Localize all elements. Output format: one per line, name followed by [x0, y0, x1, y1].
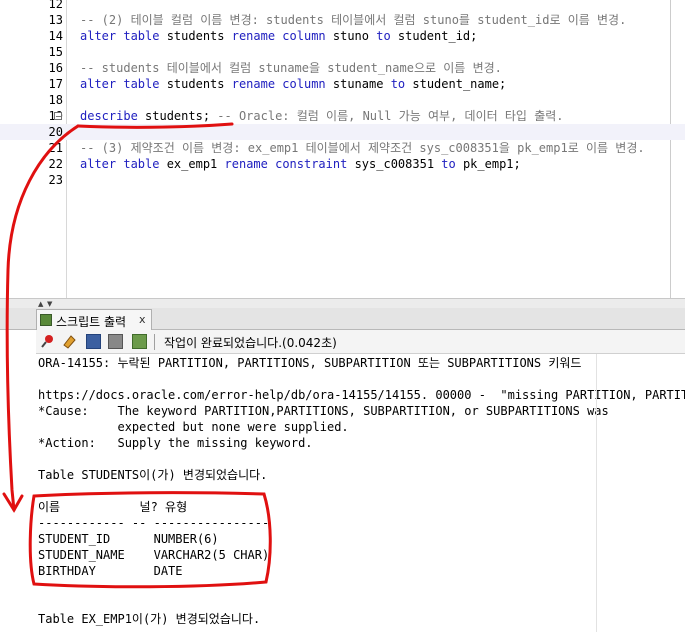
code-text: -- (2) 테이블 컬럼 이름 변경: students 테이블에서 컬럼 s… — [80, 12, 626, 28]
code-line[interactable]: 16 -- students 테이블에서 컬럼 stuname을 student_… — [0, 60, 685, 76]
output-right-guide — [596, 354, 597, 632]
output-line: STUDENT_NAME VARCHAR2(5 CHAR) — [38, 548, 270, 562]
code-line[interactable]: 12 — [0, 0, 685, 12]
output-toolbar: 작업이 완료되었습니다.(0.042초) — [36, 330, 685, 354]
code-line[interactable]: 20 — [0, 124, 685, 140]
code-line[interactable]: 23 — [0, 172, 685, 188]
code-line[interactable]: 22 alter table ex_emp1 rename constraint … — [0, 156, 685, 172]
code-text: -- students 테이블에서 컬럼 stuname을 student_na… — [80, 60, 502, 76]
sql-keyword: alter table — [80, 157, 160, 171]
line-number: 23 — [48, 173, 63, 187]
code-line[interactable]: 17 alter table students rename column stu… — [0, 76, 685, 92]
collapse-up-icon[interactable]: ▲ — [38, 300, 43, 308]
line-number: 22 — [48, 157, 63, 171]
code-text: -- (3) 제약조건 이름 변경: ex_emp1 테이블에서 제약조건 sy… — [80, 140, 645, 156]
sql-identifier: stuno — [325, 29, 377, 43]
toolbar-separator — [154, 334, 155, 350]
tab-label: 스크립트 출력 — [56, 315, 127, 329]
line-number: 14 — [48, 29, 63, 43]
code-line[interactable]: 18 — [0, 92, 685, 108]
sql-identifier: students — [159, 77, 232, 91]
sql-identifier: sys_c008351 — [347, 157, 442, 171]
line-number: 17 — [48, 77, 63, 91]
sql-keyword: alter table — [80, 29, 160, 43]
line-number: 20 — [48, 125, 63, 139]
code-text: describe students; -- Oracle: 컬럼 이름, Nul… — [80, 108, 564, 124]
output-tab-bar: 스크립트 출력 x — [0, 308, 685, 330]
export-icon[interactable] — [132, 334, 147, 349]
sql-identifier: students — [159, 29, 232, 43]
code-line[interactable]: 19−describe students; -- Oracle: 컬럼 이름, … — [0, 108, 685, 124]
sql-keyword: describe — [80, 109, 138, 123]
output-line: BIRTHDAY DATE — [38, 564, 183, 578]
pin-icon[interactable] — [40, 334, 55, 349]
sql-identifier: pk_emp1; — [455, 157, 521, 171]
sql-identifier: students; — [137, 109, 218, 123]
status-message: 작업이 완료되었습니다.(0.042초) — [164, 336, 337, 350]
output-line: 이름 널? 유형 — [38, 500, 188, 514]
panel-splitter[interactable]: ▲ ▼ — [0, 298, 685, 308]
output-line: https://docs.oracle.com/error-help/db/or… — [38, 388, 685, 402]
sql-comment: -- (3) 제약조건 이름 변경: ex_emp1 테이블에서 제약조건 sy… — [80, 141, 645, 155]
print-icon[interactable] — [108, 334, 123, 349]
code-text: alter table students rename column stuna… — [80, 76, 506, 92]
sql-editor[interactable]: 12 13 -- (2) 테이블 컬럼 이름 변경: students 테이블에서 … — [0, 0, 685, 298]
tab-script-output[interactable]: 스크립트 출력 x — [36, 309, 152, 330]
line-number: 12 — [48, 0, 63, 11]
code-line[interactable]: 21 -- (3) 제약조건 이름 변경: ex_emp1 테이블에서 제약조건 … — [0, 140, 685, 156]
collapse-down-icon[interactable]: ▼ — [47, 300, 52, 308]
line-number: 15 — [48, 45, 63, 59]
code-line[interactable]: 15 — [0, 44, 685, 60]
sql-identifier: student_id; — [390, 29, 478, 43]
sql-comment: -- students 테이블에서 컬럼 stuname을 student_na… — [80, 61, 502, 75]
close-tab-icon[interactable]: x — [139, 313, 146, 326]
line-number: 13 — [48, 13, 63, 27]
sql-identifier: stuname — [325, 77, 391, 91]
output-left-margin — [0, 330, 36, 632]
line-number: 21 — [48, 141, 63, 155]
sql-keyword: alter table — [80, 77, 160, 91]
output-line: Table STUDENTS이(가) 변경되었습니다. — [38, 468, 268, 482]
sql-comment: -- Oracle: 컬럼 이름, Null 가능 여부, 데이터 타입 출력. — [217, 109, 564, 123]
line-number: 18 — [48, 93, 63, 107]
sql-identifier: student_name; — [405, 77, 507, 91]
output-line: ------------ -- ---------------- — [38, 516, 270, 530]
script-output-icon — [40, 314, 52, 326]
output-line: ORA-14155: 누락된 PARTITION, PARTITIONS, SU… — [38, 356, 582, 370]
output-line: *Cause: The keyword PARTITION,PARTITIONS… — [38, 404, 609, 418]
sql-keyword: rename constraint — [224, 157, 348, 171]
code-line[interactable]: 13 -- (2) 테이블 컬럼 이름 변경: students 테이블에서 컬럼… — [0, 12, 685, 28]
eraser-icon[interactable] — [62, 334, 77, 349]
fold-toggle-icon[interactable]: − — [54, 112, 62, 121]
sql-keyword: to — [376, 29, 391, 43]
line-number: 16 — [48, 61, 63, 75]
sql-keyword: to — [441, 157, 456, 171]
sql-identifier: ex_emp1 — [159, 157, 225, 171]
output-line: *Action: Supply the missing keyword. — [38, 436, 313, 450]
sql-comment: -- (2) 테이블 컬럼 이름 변경: students 테이블에서 컬럼 s… — [80, 13, 627, 27]
output-line: STUDENT_ID NUMBER(6) — [38, 532, 219, 546]
output-line: expected but none were supplied. — [38, 420, 349, 434]
save-icon[interactable] — [86, 334, 101, 349]
script-output-text[interactable]: ORA-14155: 누락된 PARTITION, PARTITIONS, SU… — [36, 354, 685, 632]
code-text: alter table students rename column stuno… — [80, 28, 477, 44]
output-line: Table EX_EMP1이(가) 변경되었습니다. — [38, 612, 261, 626]
code-line[interactable]: 14 alter table students rename column stu… — [0, 28, 685, 44]
code-text: alter table ex_emp1 rename constraint sy… — [80, 156, 521, 172]
sql-keyword: rename column — [231, 77, 326, 91]
sql-keyword: rename column — [231, 29, 326, 43]
sql-keyword: to — [390, 77, 406, 91]
